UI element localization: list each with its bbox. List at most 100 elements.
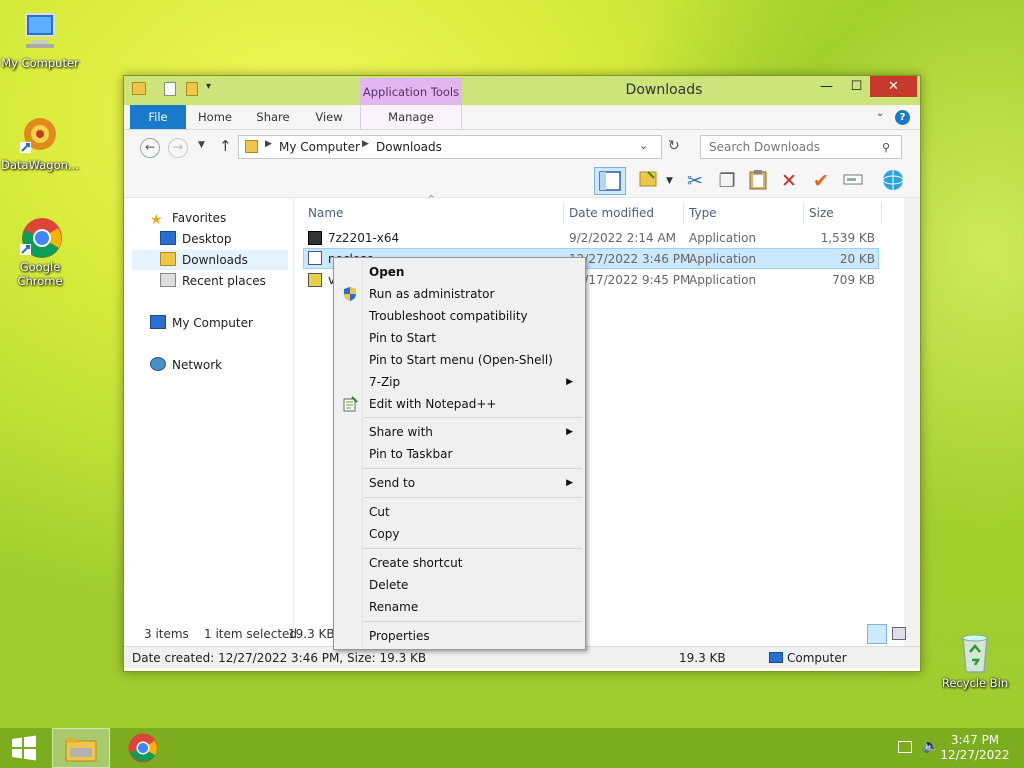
properties-check-icon[interactable]: ✔ (808, 168, 834, 194)
taskbar-chrome[interactable] (114, 728, 172, 768)
datawagon-icon (18, 112, 62, 156)
menu-item-copy[interactable]: Copy (336, 523, 583, 545)
clock-time: 3:47 PM (950, 733, 1000, 747)
menu-item-cut[interactable]: Cut (336, 501, 583, 523)
details-location: Computer (787, 651, 847, 665)
tab-share[interactable]: Share (248, 105, 298, 129)
desktop-icon-google-chrome[interactable]: Google Chrome (0, 214, 80, 288)
menu-item-label: Pin to Start menu (Open-Shell) (369, 353, 553, 367)
submenu-arrow-icon: ▶ (566, 377, 573, 387)
taskbar-file-explorer[interactable] (52, 728, 110, 768)
start-button[interactable] (0, 728, 48, 768)
menu-item-create-shortcut[interactable]: Create shortcut (336, 552, 583, 574)
nav-desktop-label: Desktop (182, 232, 232, 246)
back-button[interactable]: ← (140, 138, 160, 158)
column-header-date[interactable]: Date modified (564, 202, 684, 224)
column-header-size[interactable]: Size (804, 202, 882, 224)
title-bar[interactable]: ▾ Application Tools Downloads — ☐ ✕ (124, 76, 920, 105)
tab-home[interactable]: Home (192, 105, 238, 129)
globe-icon[interactable] (880, 168, 906, 194)
tab-manage[interactable]: Manage (360, 105, 462, 129)
menu-item-troubleshoot-compatibility[interactable]: Troubleshoot compatibility (336, 305, 583, 327)
file-row[interactable]: 7z2201-x64 9/2/2022 2:14 AM Application … (303, 228, 879, 249)
clock-date: 12/27/2022 (940, 748, 1010, 762)
address-bar[interactable]: ▶ My Computer ▶ Downloads ⌄ (238, 135, 662, 159)
quick-access-dropdown-icon[interactable]: ▾ (206, 81, 211, 92)
tab-file[interactable]: File (130, 105, 186, 129)
preview-pane-button[interactable] (594, 167, 626, 195)
vertical-scrollbar[interactable] (904, 198, 920, 668)
nav-recent-places[interactable]: Recent places (160, 271, 266, 291)
menu-item-label: Properties (369, 629, 430, 643)
large-icons-view-button[interactable] (892, 627, 906, 640)
nav-network[interactable]: Network (150, 355, 222, 375)
rename-icon[interactable] (840, 168, 866, 194)
menu-item-label: Open (369, 265, 405, 279)
view-options-icon[interactable] (636, 168, 662, 194)
maximize-button[interactable]: ☐ (843, 76, 870, 97)
desktop-icon-recycle-bin[interactable]: Recycle Bin (935, 630, 1015, 690)
search-input[interactable]: Search Downloads (700, 135, 902, 159)
breadcrumb-downloads[interactable]: Downloads (376, 140, 442, 154)
delete-icon[interactable]: ✕ (776, 168, 802, 194)
quick-access-folder-icon[interactable] (132, 82, 146, 95)
network-icon (150, 357, 166, 371)
nav-my-computer[interactable]: My Computer (150, 313, 253, 333)
submenu-arrow-icon: ▶ (566, 478, 573, 488)
menu-item-delete[interactable]: Delete (336, 574, 583, 596)
nav-downloads[interactable]: Downloads (132, 250, 288, 270)
menu-item-send-to[interactable]: Send to ▶ (336, 472, 583, 494)
breadcrumb-my-computer[interactable]: My Computer (279, 140, 360, 154)
minimize-button[interactable]: — (813, 76, 840, 97)
paste-icon[interactable] (745, 168, 771, 194)
desktop-icon-label: Recycle Bin (941, 676, 1009, 690)
taskbar-clock[interactable]: 3:47 PM 12/27/2022 (940, 733, 1010, 763)
column-header-name[interactable]: Name (303, 202, 564, 224)
menu-item-run-as-administrator[interactable]: Run as administrator (336, 283, 583, 305)
tab-view[interactable]: View (304, 105, 354, 129)
menu-separator (364, 417, 582, 418)
menu-item-edit-with-notepad[interactable]: Edit with Notepad++ (336, 393, 583, 415)
menu-item-pin-to-taskbar[interactable]: Pin to Taskbar (336, 443, 583, 465)
copy-icon[interactable]: ❐ (714, 168, 740, 194)
refresh-button[interactable]: ↻ (668, 138, 680, 154)
volume-tray-icon[interactable]: 🔈 (922, 738, 939, 754)
cut-icon[interactable]: ✂ (682, 168, 708, 194)
column-header-type[interactable]: Type (684, 202, 804, 224)
close-button[interactable]: ✕ (870, 76, 917, 97)
search-icon[interactable]: ⚲ (882, 141, 890, 154)
menu-item-share-with[interactable]: Share with ▶ (336, 421, 583, 443)
up-button[interactable]: ↑ (219, 137, 232, 155)
menu-item-pin-to-start[interactable]: Pin to Start (336, 327, 583, 349)
nav-favorites[interactable]: ★ Favorites (150, 208, 226, 228)
nav-desktop[interactable]: Desktop (160, 229, 232, 249)
desktop-icon-label: DataWagon... (1, 158, 79, 172)
details-view-button[interactable] (867, 624, 887, 644)
recent-locations-icon[interactable]: ▼ (198, 140, 205, 150)
view-options-dropdown-icon[interactable]: ▼ (666, 176, 673, 186)
chrome-icon (128, 733, 158, 763)
menu-item-pin-to-start-menu-open-shell[interactable]: Pin to Start menu (Open-Shell) (336, 349, 583, 371)
nav-network-label: Network (172, 358, 223, 372)
desktop-icon (160, 231, 176, 245)
network-tray-icon[interactable] (898, 741, 912, 753)
menu-item-rename[interactable]: Rename (336, 596, 583, 618)
menu-item-properties[interactable]: Properties (336, 625, 583, 647)
desktop-icon-my-computer[interactable]: My Computer (0, 10, 80, 70)
submenu-arrow-icon: ▶ (566, 427, 573, 437)
quick-access-properties-icon[interactable] (164, 82, 176, 96)
ribbon-expand-icon[interactable]: ⌄ (876, 108, 884, 119)
computer-icon (150, 315, 166, 329)
desktop-icon-label: Google Chrome (17, 260, 63, 288)
nav-recent-places-label: Recent places (182, 274, 266, 288)
file-date: 12/17/2022 9:45 PM (569, 273, 691, 287)
menu-item-label: Pin to Taskbar (369, 447, 453, 461)
quick-access-new-folder-icon[interactable] (186, 82, 198, 96)
menu-item-7-zip[interactable]: 7-Zip ▶ (336, 371, 583, 393)
help-icon[interactable]: ? (895, 110, 910, 125)
address-dropdown-icon[interactable]: ⌄ (639, 139, 648, 152)
recent-places-icon (160, 273, 176, 287)
desktop-icon-datawagon[interactable]: DataWagon... (0, 112, 80, 172)
menu-item-open[interactable]: Open (336, 261, 583, 283)
forward-button[interactable]: → (168, 138, 188, 158)
